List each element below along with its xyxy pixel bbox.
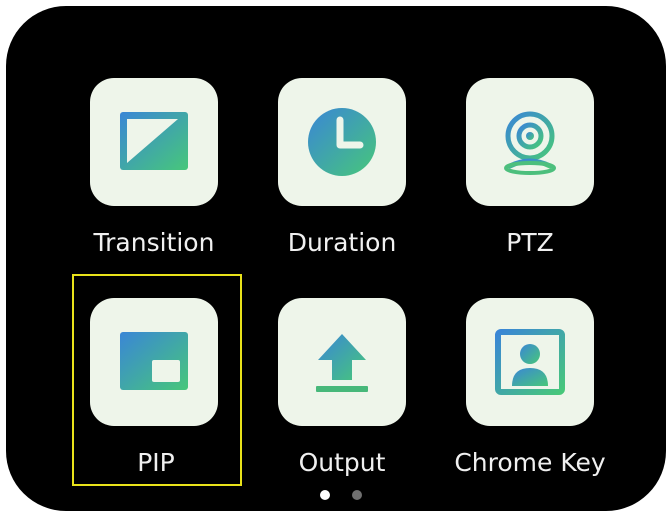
menu-tile-output[interactable] bbox=[278, 298, 406, 426]
menu-tile-pip[interactable] bbox=[90, 298, 218, 426]
page-dot-active[interactable] bbox=[320, 490, 330, 500]
menu-label-output: Output bbox=[298, 448, 386, 477]
menu-label-ptz: PTZ bbox=[506, 228, 554, 257]
webcam-icon bbox=[504, 111, 556, 175]
menu-tile-chrome-key[interactable] bbox=[466, 298, 594, 426]
menu-label-pip: PIP bbox=[137, 448, 175, 477]
menu-label-duration: Duration bbox=[287, 228, 397, 257]
upload-icon bbox=[316, 334, 368, 392]
picture-in-picture-icon bbox=[120, 332, 188, 390]
transition-icon bbox=[120, 112, 188, 170]
menu-label-chrome-key: Chrome Key bbox=[454, 448, 606, 477]
page-dot-inactive[interactable] bbox=[352, 490, 362, 500]
menu-tile-transition[interactable] bbox=[90, 78, 218, 206]
chroma-key-person-icon bbox=[495, 329, 565, 395]
menu-tile-ptz[interactable] bbox=[466, 78, 594, 206]
menu-tile-duration[interactable] bbox=[278, 78, 406, 206]
device-screen: Transition Duration PTZ PIP Output Chrom… bbox=[6, 6, 666, 511]
menu-label-transition: Transition bbox=[93, 228, 215, 257]
clock-icon bbox=[308, 108, 376, 176]
